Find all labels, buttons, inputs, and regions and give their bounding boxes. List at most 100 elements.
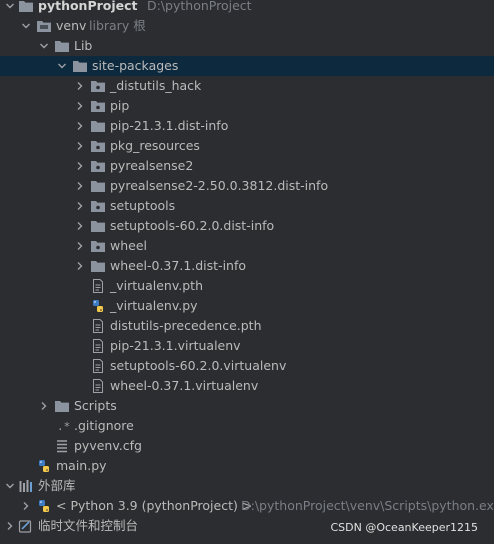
tree-row-package[interactable]: pip-21.3.1.dist-info	[0, 116, 494, 136]
project-path: D:\pythonProject	[147, 0, 252, 13]
file-label: setuptools-60.2.0.virtualenv	[110, 358, 287, 373]
text-file-icon	[90, 279, 106, 293]
chevron-right-icon[interactable]	[74, 96, 86, 116]
tree-row-venv[interactable]: venv library 根	[0, 16, 494, 36]
file-label: .gitignore	[74, 418, 134, 433]
chevron-right-icon[interactable]	[74, 76, 86, 96]
tree-row-project[interactable]: pythonProject D:\pythonProject	[0, 0, 494, 16]
lib-label: Lib	[74, 38, 93, 53]
tree-row-file[interactable]: distutils-precedence.pth	[0, 316, 494, 336]
file-label: distutils-precedence.pth	[110, 318, 262, 333]
chevron-right-icon[interactable]	[20, 496, 32, 516]
tree-row-file[interactable]: _virtualenv.py	[0, 296, 494, 316]
tree-row-package[interactable]: wheel-0.37.1.dist-info	[0, 256, 494, 276]
folder-icon	[72, 59, 88, 73]
config-file-icon	[54, 439, 70, 453]
tree-row-gitignore[interactable]: .* .gitignore	[0, 416, 494, 436]
file-label: pyvenv.cfg	[74, 438, 142, 453]
library-icon	[18, 479, 34, 493]
chevron-right-icon[interactable]	[4, 516, 16, 536]
chevron-down-icon[interactable]	[38, 36, 50, 56]
package-label: pyrealsense2	[110, 158, 194, 173]
package-label: pyrealsense2-2.50.0.3812.dist-info	[110, 178, 329, 193]
chevron-down-icon[interactable]	[4, 0, 16, 16]
file-label: main.py	[56, 458, 107, 473]
tree-row-file[interactable]: setuptools-60.2.0.virtualenv	[0, 356, 494, 376]
chevron-right-icon[interactable]	[38, 396, 50, 416]
scripts-label: Scripts	[74, 398, 117, 413]
chevron-right-icon[interactable]	[74, 196, 86, 216]
tree-row-package[interactable]: setuptools-60.2.0.dist-info	[0, 216, 494, 236]
venv-hint: library 根	[89, 18, 146, 33]
folder-icon	[90, 219, 106, 233]
python-icon	[36, 499, 52, 513]
tree-row-file[interactable]: pip-21.3.1.virtualenv	[0, 336, 494, 356]
tree-row-file[interactable]: wheel-0.37.1.virtualenv	[0, 376, 494, 396]
folder-icon	[54, 39, 70, 53]
package-folder-icon	[90, 139, 106, 153]
folder-icon	[90, 119, 106, 133]
text-file-icon	[90, 339, 106, 353]
file-label: _virtualenv.pth	[110, 278, 203, 293]
gitignore-file-icon: .*	[54, 419, 70, 433]
package-label: pip	[110, 98, 130, 113]
file-label: pip-21.3.1.virtualenv	[110, 338, 241, 353]
tree-row-package[interactable]: pip	[0, 96, 494, 116]
watermark-text: CSDN @OceanKeeper1215	[330, 521, 478, 534]
tree-row-package[interactable]: pyrealsense2	[0, 156, 494, 176]
project-name: pythonProject	[38, 0, 138, 13]
tree-row-package[interactable]: setuptools	[0, 196, 494, 216]
tree-row-package[interactable]: pyrealsense2-2.50.0.3812.dist-info	[0, 176, 494, 196]
tree-row-pyvenv[interactable]: pyvenv.cfg	[0, 436, 494, 456]
project-tree: pythonProject D:\pythonProject venv libr…	[0, 0, 494, 536]
tree-row-file[interactable]: _virtualenv.pth	[0, 276, 494, 296]
folder-icon	[36, 19, 52, 33]
package-label: pip-21.3.1.dist-info	[110, 118, 229, 133]
tree-row-external-libraries[interactable]: 外部库	[0, 476, 494, 496]
python-file-icon	[90, 299, 106, 313]
tree-row-package[interactable]: _distutils_hack	[0, 76, 494, 96]
folder-icon	[54, 399, 70, 413]
tree-row-package[interactable]: wheel	[0, 236, 494, 256]
file-label: _virtualenv.py	[110, 298, 198, 313]
chevron-right-icon[interactable]	[74, 216, 86, 236]
svg-text:.*: .*	[57, 420, 70, 433]
tree-row-package[interactable]: pkg_resources	[0, 136, 494, 156]
chevron-right-icon[interactable]	[74, 156, 86, 176]
text-file-icon	[90, 319, 106, 333]
package-label: setuptools	[110, 198, 176, 213]
python-sdk-label: < Python 3.9 (pythonProject) >	[56, 498, 253, 513]
text-file-icon	[90, 359, 106, 373]
package-folder-icon	[90, 99, 106, 113]
tree-row-scripts[interactable]: Scripts	[0, 396, 494, 416]
package-folder-icon	[90, 79, 106, 93]
file-label: wheel-0.37.1.virtualenv	[110, 378, 259, 393]
chevron-down-icon[interactable]	[56, 56, 68, 76]
chevron-right-icon[interactable]	[74, 256, 86, 276]
package-label: setuptools-60.2.0.dist-info	[110, 218, 275, 233]
chevron-right-icon[interactable]	[74, 176, 86, 196]
chevron-down-icon[interactable]	[4, 476, 16, 496]
tree-row-site-packages[interactable]: site-packages	[0, 56, 494, 76]
tree-row-lib[interactable]: Lib	[0, 36, 494, 56]
package-folder-icon	[90, 239, 106, 253]
package-folder-icon	[90, 159, 106, 173]
package-label: wheel-0.37.1.dist-info	[110, 258, 247, 273]
chevron-right-icon[interactable]	[74, 136, 86, 156]
tree-row-python-sdk[interactable]: < Python 3.9 (pythonProject) > D:\python…	[0, 496, 494, 516]
external-libraries-label: 外部库	[38, 478, 76, 493]
scratches-label: 临时文件和控制台	[38, 518, 139, 533]
folder-icon	[90, 259, 106, 273]
package-folder-icon	[90, 199, 106, 213]
python-file-icon	[36, 459, 52, 473]
scratches-icon	[18, 519, 34, 533]
venv-label: venv	[56, 18, 87, 33]
package-label: wheel	[110, 238, 147, 253]
text-file-icon	[90, 379, 106, 393]
tree-row-main[interactable]: main.py	[0, 456, 494, 476]
package-label: pkg_resources	[110, 138, 200, 153]
chevron-down-icon[interactable]	[20, 16, 32, 36]
chevron-right-icon[interactable]	[74, 236, 86, 256]
chevron-right-icon[interactable]	[74, 116, 86, 136]
folder-icon	[90, 179, 106, 193]
